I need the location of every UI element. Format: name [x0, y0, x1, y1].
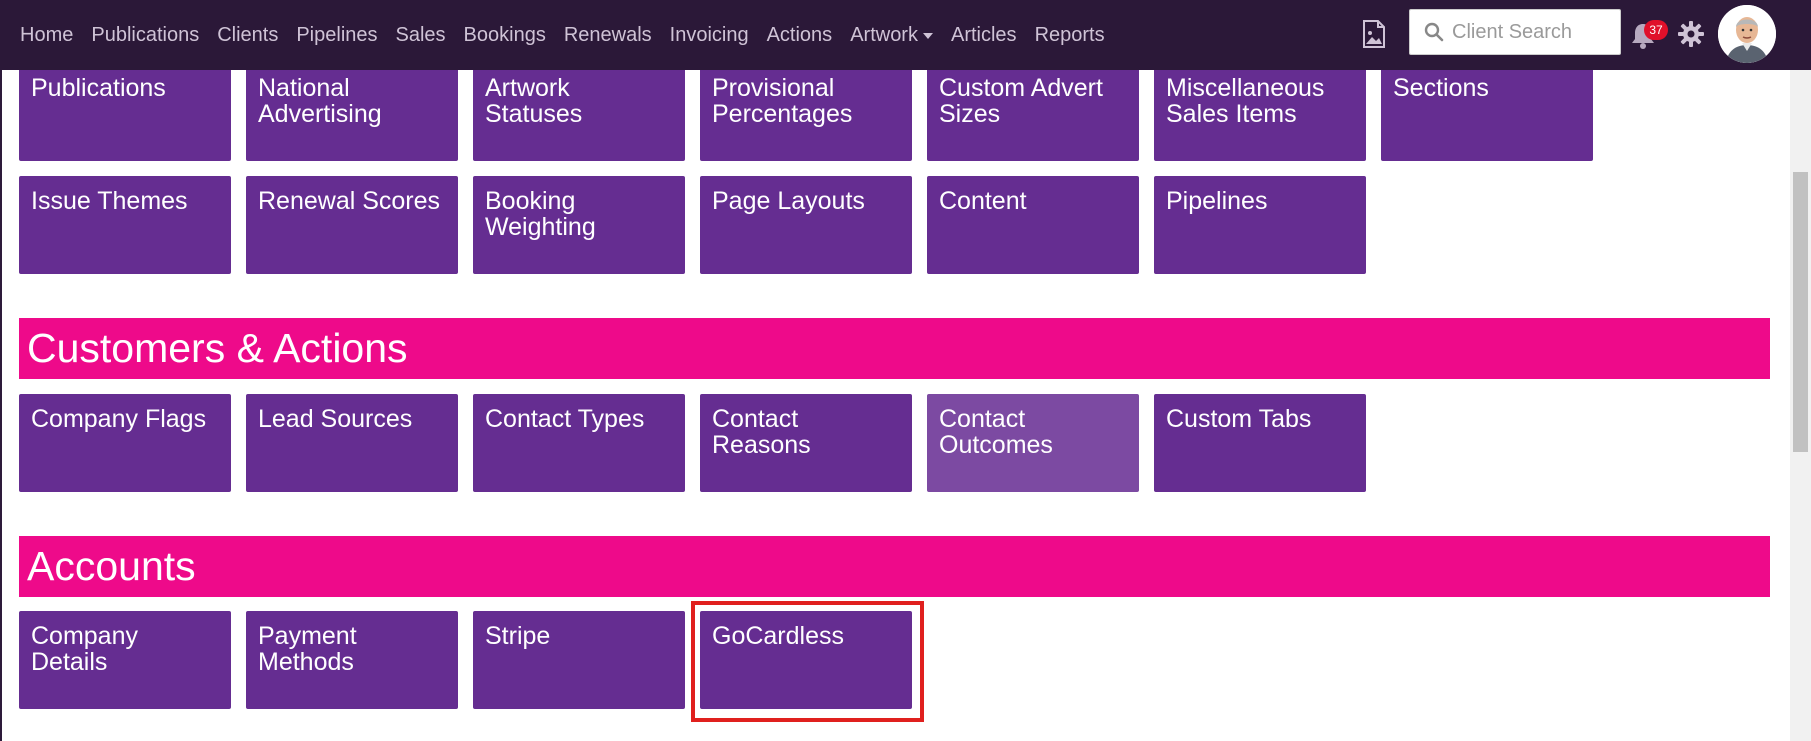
- nav-sales[interactable]: Sales: [396, 24, 446, 47]
- nav-articles[interactable]: Articles: [951, 24, 1017, 47]
- tile-custom-advert-sizes[interactable]: Custom Advert Sizes: [927, 63, 1139, 161]
- tile-national-advertising[interactable]: National Advertising: [246, 63, 458, 161]
- main-nav: Home Publications Clients Pipelines Sale…: [20, 0, 1123, 70]
- nav-pipelines[interactable]: Pipelines: [296, 24, 377, 47]
- nav-home[interactable]: Home: [20, 24, 73, 47]
- window-edge: [0, 0, 2, 741]
- search-icon: [1424, 22, 1444, 42]
- client-search-input[interactable]: [1450, 19, 1614, 45]
- tile-payment-methods[interactable]: Payment Methods: [246, 611, 458, 709]
- caret-down-icon: [922, 33, 933, 39]
- tile-custom-tabs[interactable]: Custom Tabs: [1154, 394, 1366, 492]
- nav-invoicing[interactable]: Invoicing: [670, 24, 749, 47]
- tile-contact-types[interactable]: Contact Types: [473, 394, 685, 492]
- tile-gocardless[interactable]: GoCardless: [700, 611, 912, 709]
- nav-bookings[interactable]: Bookings: [464, 24, 546, 47]
- avatar-portrait-icon: [1718, 5, 1776, 63]
- tile-contact-reasons[interactable]: Contact Reasons: [700, 394, 912, 492]
- tile-renewal-scores[interactable]: Renewal Scores: [246, 176, 458, 274]
- tile-miscellaneous-sales-items[interactable]: Miscellaneous Sales Items: [1154, 63, 1366, 161]
- nav-clients[interactable]: Clients: [217, 24, 278, 47]
- nav-publications[interactable]: Publications: [91, 24, 199, 47]
- nav-renewals[interactable]: Renewals: [564, 24, 652, 47]
- tile-issue-themes[interactable]: Issue Themes: [19, 176, 231, 274]
- tile-company-details[interactable]: Company Details: [19, 611, 231, 709]
- image-file-icon[interactable]: [1361, 19, 1387, 49]
- tile-artwork-statuses[interactable]: Artwork Statuses: [473, 63, 685, 161]
- section-header-customers-actions: Customers & Actions: [19, 318, 1770, 379]
- tile-page-layouts[interactable]: Page Layouts: [700, 176, 912, 274]
- tile-lead-sources[interactable]: Lead Sources: [246, 394, 458, 492]
- tile-contact-outcomes[interactable]: Contact Outcomes: [927, 394, 1139, 492]
- section-header-accounts: Accounts: [19, 536, 1770, 597]
- nav-artwork-dropdown[interactable]: Artwork: [850, 24, 933, 47]
- client-search-box: [1409, 9, 1621, 55]
- user-avatar[interactable]: [1718, 5, 1776, 63]
- tile-pipelines[interactable]: Pipelines: [1154, 176, 1366, 274]
- tile-provisional-percentages[interactable]: Provisional Percentages: [700, 63, 912, 161]
- nav-reports[interactable]: Reports: [1035, 24, 1105, 47]
- tile-sections[interactable]: Sections: [1381, 63, 1593, 161]
- tile-company-flags[interactable]: Company Flags: [19, 394, 231, 492]
- tile-stripe[interactable]: Stripe: [473, 611, 685, 709]
- notification-count-badge: 37: [1644, 20, 1668, 40]
- page-scrollbar-thumb[interactable]: [1793, 172, 1808, 452]
- nav-artwork-label: Artwork: [850, 23, 918, 46]
- tile-content[interactable]: Content: [927, 176, 1139, 274]
- tile-publications[interactable]: Publications: [19, 63, 231, 161]
- tile-booking-weighting[interactable]: Booking Weighting: [473, 176, 685, 274]
- nav-actions[interactable]: Actions: [767, 24, 833, 47]
- gear-icon[interactable]: [1677, 20, 1705, 48]
- top-navigation-bar: Home Publications Clients Pipelines Sale…: [0, 0, 1811, 70]
